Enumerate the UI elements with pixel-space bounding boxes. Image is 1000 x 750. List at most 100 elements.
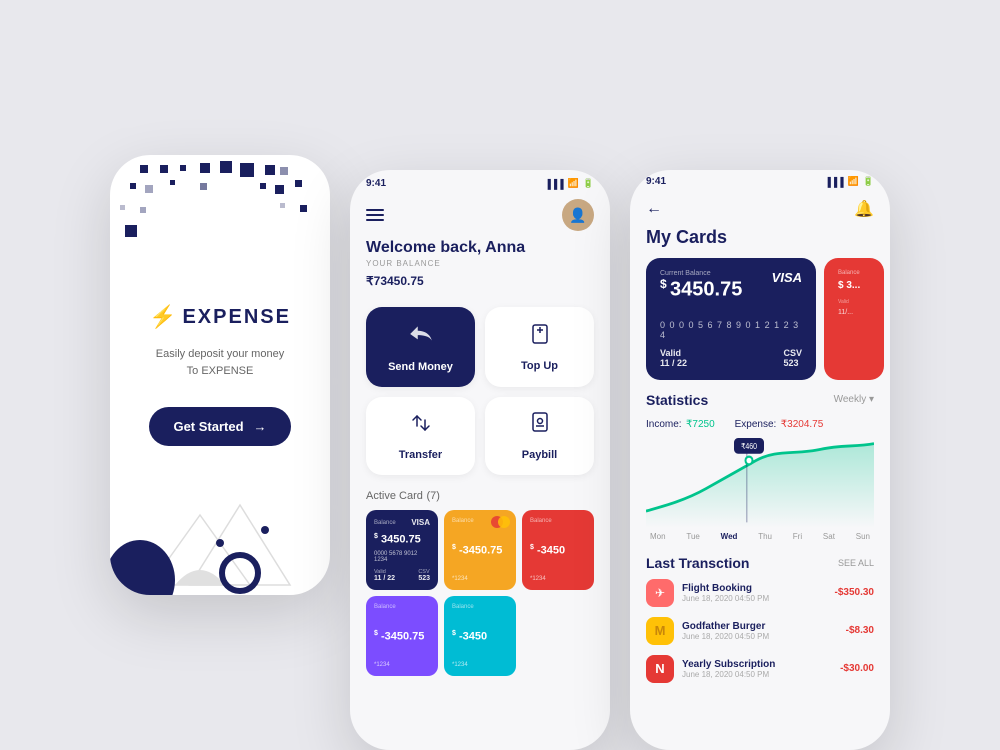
send-money-icon (408, 321, 434, 353)
tagline-line1: Easily deposit your money (156, 346, 284, 363)
welcome-section: Welcome back, Anna YOUR BALANCE ₹73450.7… (350, 239, 610, 299)
day-fri: Fri (793, 532, 802, 541)
tagline-line2: To EXPENSE (156, 363, 284, 380)
last-transaction-section: Last Transction SEE ALL ✈ Flight Booking… (630, 547, 890, 750)
day-sat: Sat (823, 532, 835, 541)
paybill-label: Paybill (522, 449, 557, 461)
action-grid: Send Money Top Up Transfer (350, 299, 610, 483)
stats-screen: 9:41 ▐▐▐ 📶 🔋 ← 🔔 My Cards Current Balanc… (630, 170, 890, 750)
card2-balance: $ -3450.75 (452, 544, 508, 557)
brand-name: EXPENSE (182, 306, 290, 329)
tx1-date: June 18, 2020 04:50 PM (682, 594, 827, 603)
day-wed: Wed (721, 532, 738, 541)
stats-status-bar: 9:41 ▐▐▐ 📶 🔋 (630, 170, 890, 191)
tx1-icon: ✈ (646, 579, 674, 607)
paybill-icon (528, 411, 552, 441)
see-all-button[interactable]: SEE ALL (838, 558, 874, 568)
expense-display: Expense: ₹3204.75 (735, 414, 824, 432)
peek-balance-val: $ 3... (838, 280, 870, 291)
svg-text:₹460: ₹460 (741, 442, 757, 452)
back-button[interactable]: ← (646, 200, 662, 218)
day-thu: Thu (758, 532, 772, 541)
card3-number: *1234 (530, 576, 586, 582)
bell-icon[interactable]: 🔔 (854, 199, 874, 219)
tx2-name: Godfather Burger (682, 621, 838, 632)
card5-balance-label: Balance (452, 604, 508, 610)
card-item-2[interactable]: Balance $ -3450.75 *1234 (444, 510, 516, 590)
weekly-filter[interactable]: Weekly ▾ (834, 394, 874, 405)
card1-balance-label: Balance (374, 520, 396, 526)
balance-amount: ₹73450.75 (366, 268, 594, 291)
featured-card-number: 0 0 0 0 5 6 7 8 9 0 1 2 1 2 3 4 (660, 320, 802, 340)
signal-icon: ▐▐▐ (544, 179, 563, 189)
card4-number: *1234 (374, 662, 430, 668)
my-cards-title: My Cards (630, 227, 890, 258)
tx1-amount: -$350.30 (835, 587, 874, 598)
card-item-3[interactable]: Balance $ -3450 *1234 (522, 510, 594, 590)
last-transaction-title: Last Transction (646, 555, 749, 571)
active-cards-section: Active Card (7) Balance VISA $ 3450.75 0… (350, 483, 610, 750)
brand-section: ⚡ EXPENSE (149, 304, 291, 330)
card3-balance-label: Balance (530, 518, 586, 524)
tx1-info: Flight Booking June 18, 2020 04:50 PM (682, 583, 827, 603)
get-started-button[interactable]: Get Started → (149, 407, 290, 446)
tx3-amount: -$30.00 (840, 663, 874, 674)
featured-balance: $ 3450.75 (660, 277, 742, 302)
card1-type: VISA (411, 518, 430, 527)
peek-balance-label: Balance (838, 270, 870, 276)
peek-valid-label: Valid (838, 299, 870, 305)
tx1-name: Flight Booking (682, 583, 827, 594)
stats-wifi: 📶 (848, 176, 859, 187)
send-money-button[interactable]: Send Money (366, 307, 475, 387)
transaction-item-1: ✈ Flight Booking June 18, 2020 04:50 PM … (646, 579, 874, 607)
main-screen: 9:41 ▐▐▐ 📶 🔋 👤 Welcome back, Anna YOUR B… (350, 170, 610, 750)
stats-signal: ▐▐▐ (824, 177, 843, 187)
featured-card[interactable]: Current Balance $ 3450.75 VISA 0 0 0 0 5… (646, 258, 816, 380)
status-time: 9:41 (366, 178, 386, 189)
main-header: 👤 (350, 193, 610, 239)
peek-card[interactable]: Balance $ 3... Valid 11/... (824, 258, 884, 380)
splash-dots (110, 155, 330, 295)
stats-time: 9:41 (646, 176, 666, 187)
day-mon: Mon (650, 532, 666, 541)
stats-battery: 🔋 (863, 176, 874, 187)
tx2-info: Godfather Burger June 18, 2020 04:50 PM (682, 621, 838, 641)
card5-number: *1234 (452, 662, 508, 668)
card4-balance-label: Balance (374, 604, 430, 610)
status-icons: ▐▐▐ 📶 🔋 (544, 178, 594, 189)
card3-balance: $ -3450 (530, 544, 586, 557)
avatar[interactable]: 👤 (562, 199, 594, 231)
top-up-icon (528, 322, 552, 352)
paybill-button[interactable]: Paybill (485, 397, 594, 475)
transfer-button[interactable]: Transfer (366, 397, 475, 475)
cards-grid: Balance VISA $ 3450.75 0000 5678 9012 12… (366, 510, 594, 676)
tx3-name: Yearly Subscription (682, 659, 832, 670)
card-item-5[interactable]: Balance $ -3450 *1234 (444, 596, 516, 676)
stats-nav: ← 🔔 (630, 191, 890, 227)
day-sun: Sun (856, 532, 870, 541)
brand-icon: ⚡ (149, 304, 176, 330)
active-cards-title: Active Card (7) (366, 487, 594, 502)
tx3-info: Yearly Subscription June 18, 2020 04:50 … (682, 659, 832, 679)
tx2-amount: -$8.30 (846, 625, 874, 636)
featured-balance-label: Current Balance $ 3450.75 (660, 270, 742, 310)
arrow-icon: → (254, 419, 267, 434)
stats-status-icons: ▐▐▐ 📶 🔋 (824, 176, 874, 187)
card2-number: *1234 (452, 576, 508, 582)
balance-label: YOUR BALANCE (366, 259, 594, 268)
cards-carousel: Current Balance $ 3450.75 VISA 0 0 0 0 5… (630, 258, 890, 392)
status-bar: 9:41 ▐▐▐ 📶 🔋 (350, 170, 610, 193)
transfer-label: Transfer (399, 449, 442, 461)
featured-card-footer: Valid 11 / 22 CSV 523 (660, 348, 802, 368)
top-up-label: Top Up (521, 360, 558, 372)
card4-balance: $ -3450.75 (374, 630, 430, 643)
card5-balance: $ -3450 (452, 630, 508, 643)
tx2-date: June 18, 2020 04:50 PM (682, 632, 838, 641)
card-item-4[interactable]: Balance $ -3450.75 *1234 (366, 596, 438, 676)
balance-currency: ₹ (366, 274, 374, 288)
top-up-button[interactable]: Top Up (485, 307, 594, 387)
tx2-icon: M (646, 617, 674, 645)
card-item-1[interactable]: Balance VISA $ 3450.75 0000 5678 9012 12… (366, 510, 438, 590)
hamburger-menu[interactable] (366, 209, 384, 221)
tx3-date: June 18, 2020 04:50 PM (682, 670, 832, 679)
